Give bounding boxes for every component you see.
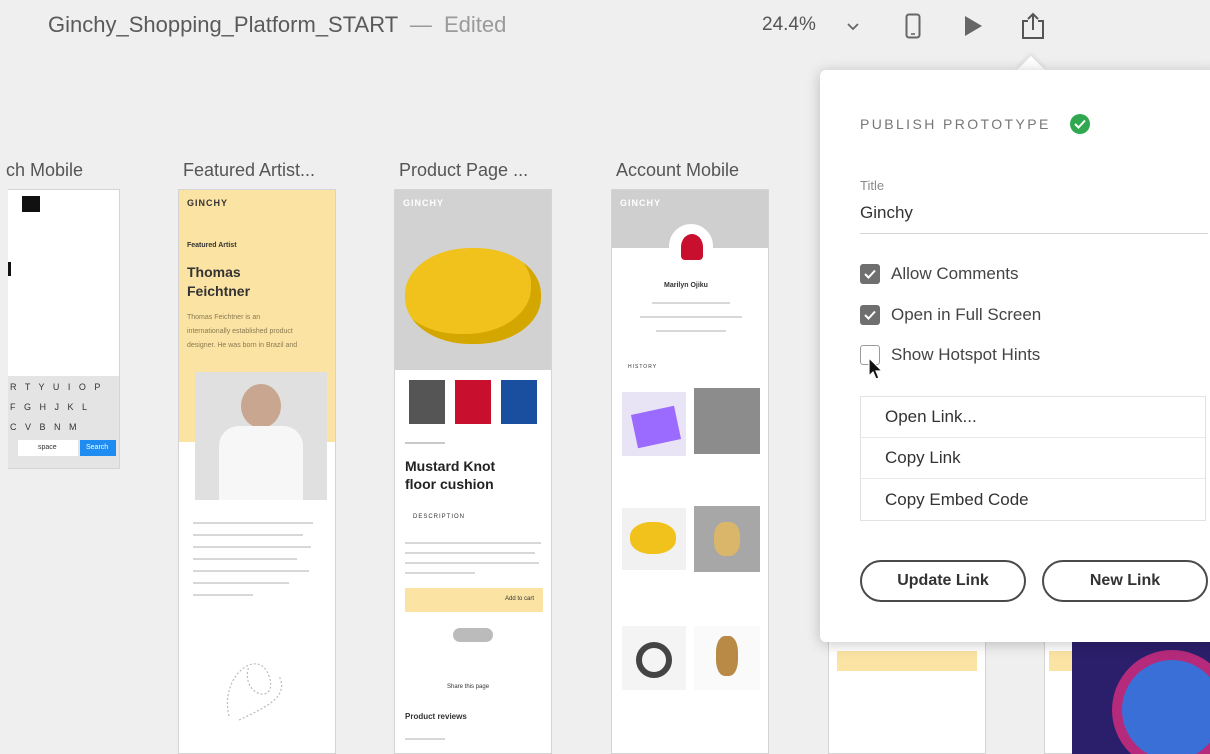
text-line <box>193 594 253 596</box>
swatch-red[interactable] <box>455 380 491 424</box>
copy-embed-code-item[interactable]: Copy Embed Code <box>861 479 1205 520</box>
text-line <box>193 570 309 572</box>
brand-logo: GINCHY <box>620 198 662 208</box>
product-name-line1: Mustard Knot <box>405 458 496 474</box>
artist-bio-line3: designer. He was born in Brazil and <box>187 342 298 349</box>
keyboard-row-3: C V B N M <box>10 422 80 432</box>
text-line <box>405 552 535 554</box>
product-image <box>405 248 541 344</box>
description-toggle[interactable]: DESCRIPTION <box>413 514 465 520</box>
document-name: Ginchy_Shopping_Platform_START <box>48 12 398 37</box>
mouse-pointer-icon <box>868 356 884 380</box>
show-hotspot-hints-label: Show Hotspot Hints <box>891 345 1041 364</box>
avatars-group <box>453 628 493 642</box>
space-key-label: space <box>38 444 57 451</box>
published-check-icon <box>1070 114 1090 134</box>
add-to-cart-bar[interactable]: Add to cart <box>405 588 543 612</box>
share-icon[interactable] <box>1016 10 1050 42</box>
text-line <box>193 582 289 584</box>
show-hotspot-hints-option[interactable]: Show Hotspot Hints <box>860 345 1040 365</box>
sketch-illustration <box>226 663 283 721</box>
device-preview-icon[interactable] <box>896 10 930 42</box>
cursor-mark <box>8 262 11 276</box>
title-bar: Ginchy_Shopping_Platform_START — Edited … <box>0 0 1210 52</box>
play-icon[interactable] <box>956 10 990 42</box>
title-input[interactable] <box>860 203 1208 234</box>
text-line <box>652 302 730 304</box>
artist-bio-line1: Thomas Feichtner is an <box>187 314 261 321</box>
history-thumb-3[interactable] <box>622 508 686 570</box>
artboard-product-page[interactable]: GINCHY Mustard Knot floor cushion DESCRI… <box>394 189 552 754</box>
text-line <box>193 558 297 560</box>
checkbox-checked-icon[interactable] <box>860 305 880 325</box>
text-line <box>405 442 445 444</box>
artboard-label-product-page[interactable]: Product Page ... <box>399 160 528 181</box>
artboard-label-featured-artist[interactable]: Featured Artist... <box>183 160 315 181</box>
add-to-cart-label: Add to cart <box>505 596 535 602</box>
history-thumb-4[interactable] <box>694 506 760 572</box>
artist-bio-line2: internationally established product <box>187 328 293 335</box>
allow-comments-option[interactable]: Allow Comments <box>860 264 1019 284</box>
text-line <box>193 522 313 524</box>
title-label: Title <box>860 178 885 193</box>
share-page-link[interactable]: Share this page <box>447 684 489 690</box>
brand-logo: GINCHY <box>187 198 229 208</box>
artboard-search-mobile[interactable]: R T Y U I O P F G H J K L C V B N M spac… <box>8 189 120 469</box>
artist-photo <box>195 372 327 500</box>
update-link-button[interactable]: Update Link <box>860 560 1026 602</box>
search-key[interactable]: Search <box>80 440 116 456</box>
link-menu: Open Link... Copy Link Copy Embed Code <box>860 396 1206 521</box>
publish-prototype-panel: PUBLISH PROTOTYPE Title Allow Comments O… <box>820 70 1210 642</box>
allow-comments-label: Allow Comments <box>891 264 1019 283</box>
open-full-screen-label: Open in Full Screen <box>891 305 1042 324</box>
artist-name-line1: Thomas <box>187 264 241 280</box>
history-thumb-5[interactable] <box>622 626 686 690</box>
document-title: Ginchy_Shopping_Platform_START — Edited <box>48 12 506 38</box>
text-line <box>405 572 475 574</box>
artist-name-line2: Feichtner <box>187 283 251 299</box>
new-link-button[interactable]: New Link <box>1042 560 1208 602</box>
eyebrow-text: Featured Artist <box>187 242 237 249</box>
avatar <box>669 224 713 268</box>
text-line <box>656 330 726 332</box>
artboard-partial <box>828 640 986 754</box>
copy-link-item[interactable]: Copy Link <box>861 438 1205 479</box>
panel-heading: PUBLISH PROTOTYPE <box>860 116 1051 132</box>
keyboard[interactable]: R T Y U I O P F G H J K L C V B N M spac… <box>8 376 119 468</box>
zoom-level[interactable]: 24.4% <box>762 14 816 36</box>
artboard-account-mobile[interactable]: GINCHY Marilyn Ojiku HISTORY <box>611 189 769 754</box>
user-name: Marilyn Ojiku <box>664 282 708 289</box>
artboard-featured-artist[interactable]: GINCHY Featured Artist Thomas Feichtner … <box>178 189 336 754</box>
history-thumb-6[interactable] <box>694 626 760 690</box>
edited-status: Edited <box>444 12 507 37</box>
keyboard-row-1: R T Y U I O P <box>10 382 104 392</box>
history-thumb-2[interactable] <box>694 388 760 454</box>
open-link-item[interactable]: Open Link... <box>861 397 1205 438</box>
keyboard-row-2: F G H J K L <box>10 402 91 412</box>
checkbox-checked-icon[interactable] <box>860 264 880 284</box>
artboard-label-account[interactable]: Account Mobile <box>616 160 739 181</box>
chevron-down-icon[interactable] <box>836 10 870 42</box>
title-separator: — <box>409 12 432 37</box>
text-line <box>405 738 445 740</box>
swatch-gray[interactable] <box>409 380 445 424</box>
swatch-blue[interactable] <box>501 380 537 424</box>
text-line <box>640 316 742 318</box>
history-thumb-1[interactable] <box>622 392 686 456</box>
product-name-line2: floor cushion <box>405 476 494 492</box>
text-line <box>405 562 539 564</box>
text-line <box>405 542 541 544</box>
reviews-heading: Product reviews <box>405 712 467 721</box>
search-key-label: Search <box>86 444 109 451</box>
open-full-screen-option[interactable]: Open in Full Screen <box>860 305 1041 325</box>
brand-logo: GINCHY <box>403 198 445 208</box>
space-key[interactable]: space <box>18 440 78 456</box>
text-line <box>193 534 303 536</box>
artboard-label-search[interactable]: ch Mobile <box>6 160 83 181</box>
close-icon <box>22 196 40 212</box>
history-heading: HISTORY <box>628 364 658 370</box>
artboard-partial-image <box>1072 640 1210 754</box>
text-line <box>193 546 311 548</box>
